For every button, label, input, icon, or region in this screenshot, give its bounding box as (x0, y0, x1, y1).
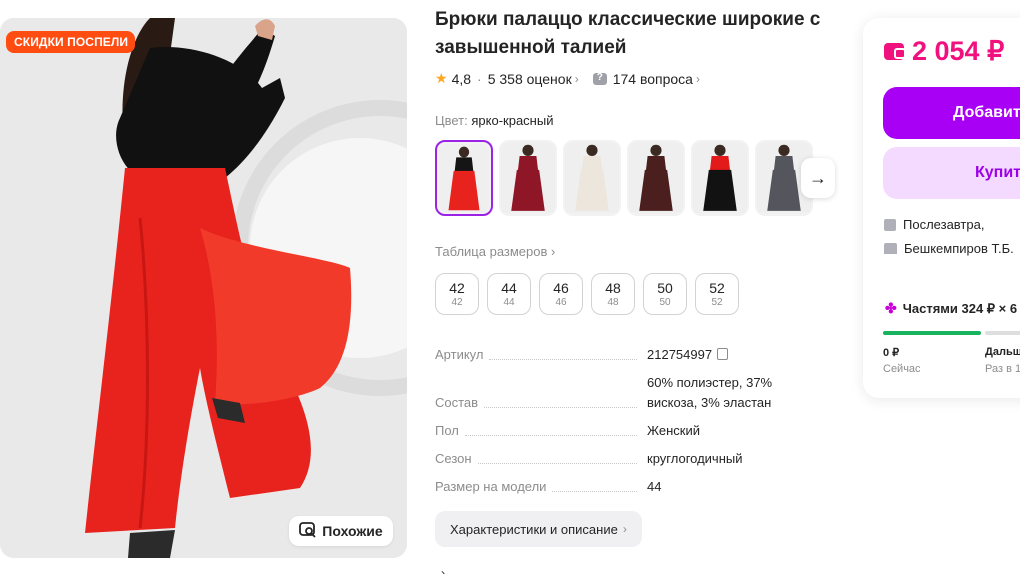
spec-row: Артикул 212754997 (435, 345, 805, 365)
color-swatch[interactable] (563, 140, 621, 216)
characteristics-label: Характеристики и описание (450, 521, 618, 537)
question-icon (592, 72, 607, 85)
size-option[interactable]: 44 44 (487, 273, 531, 315)
color-swatch[interactable] (499, 140, 557, 216)
size-table-label: Таблица размеров (435, 244, 548, 259)
size-option[interactable]: 48 48 (591, 273, 635, 315)
separator-dot: · (477, 70, 482, 87)
size-intl: 42 (451, 296, 463, 308)
spec-key: Сезон (435, 451, 472, 466)
rating-value: 4,8 (451, 70, 472, 87)
size-intl: 52 (711, 296, 723, 308)
spec-row: Пол Женский (435, 421, 805, 441)
sale-badge: СКИДКИ ПОСПЕЛИ (6, 31, 136, 53)
color-value: ярко-красный (471, 113, 554, 128)
size-option[interactable]: 50 50 (643, 273, 687, 315)
similar-label: Похожие (322, 523, 383, 539)
spec-row: Размер на модели 44 (435, 477, 805, 497)
pay-later-label: Раз в 1 (985, 363, 1020, 375)
color-label: Цвет: (435, 113, 468, 128)
installment-progress-now (883, 331, 981, 335)
size-ru: 48 (605, 279, 621, 296)
size-intl: 46 (555, 296, 567, 308)
characteristics-button[interactable]: Характеристики и описание › (435, 511, 642, 547)
size-intl: 44 (503, 296, 515, 308)
size-option[interactable]: 46 46 (539, 273, 583, 315)
product-main-image[interactable] (0, 18, 407, 558)
store-icon (884, 243, 897, 254)
size-ru: 42 (449, 279, 465, 296)
similar-search-icon (299, 521, 317, 541)
pay-later-amount: Дальш (985, 346, 1020, 358)
price-value: 2 054 ₽ (912, 36, 1005, 66)
installments-row[interactable]: ✤ Частями 324 ₽ × 6 (885, 300, 1017, 317)
chevron-right-icon: › (622, 522, 627, 536)
size-option[interactable]: 52 52 (695, 273, 739, 315)
spec-key: Состав (435, 395, 479, 410)
delivery-row: Послезавтра, (884, 217, 984, 232)
size-intl: 50 (659, 296, 671, 308)
pay-now-amount: 0 ₽ (883, 347, 900, 359)
rating-row: ★ 4,8 · 5 358 оценок › 174 вопроса › (435, 70, 700, 87)
questions-link[interactable]: 174 вопроса (613, 71, 693, 87)
chevron-right-icon: › (574, 71, 579, 86)
pay-now-label: Сейчас (883, 363, 921, 375)
color-swatch[interactable] (435, 140, 493, 216)
installments-text: Частями 324 ₽ × 6 (902, 300, 1018, 316)
size-ru: 44 (501, 279, 517, 296)
installment-icon: ✤ (885, 300, 897, 316)
specs-list: Артикул 212754997 Состав 60% полиэстер, 37%… (435, 345, 805, 505)
similar-button[interactable]: Похожие (289, 516, 393, 546)
delivery-text: Послезавтра, (903, 217, 985, 232)
spec-key: Пол (435, 423, 459, 438)
swatch-photo (629, 142, 683, 213)
color-swatch[interactable] (691, 140, 749, 216)
chevron-right-icon: › (695, 71, 700, 86)
color-swatches (435, 140, 813, 216)
swatch-photo (501, 142, 555, 213)
size-table-link[interactable]: Таблица размеров › (435, 244, 555, 259)
copy-icon[interactable] (717, 348, 729, 360)
chevron-right-icon: › (551, 244, 556, 259)
spec-value: Женский (647, 423, 700, 438)
size-option[interactable]: 42 42 (435, 273, 479, 315)
seller-row[interactable]: Бешкемпиров Т.Б. (884, 241, 1014, 256)
installment-progress-later (985, 331, 1020, 335)
swatches-next-button[interactable]: → (801, 158, 835, 198)
product-photo (0, 18, 407, 558)
spec-value: 212754997 (647, 347, 713, 362)
swatch-photo (565, 142, 619, 213)
swatch-photo (693, 142, 747, 213)
product-title: Брюки палаццо классические широкие с зав… (435, 9, 821, 58)
spec-value: круглогодичный (647, 451, 743, 466)
wallet-icon (884, 43, 906, 60)
star-icon: ★ (435, 70, 448, 86)
size-intl: 48 (607, 296, 619, 308)
add-to-cart-button[interactable]: Добавит (883, 87, 1020, 139)
chevron-right-icon: › (441, 566, 445, 574)
reviews-link[interactable]: 5 358 оценок (488, 71, 572, 87)
size-ru: 46 (553, 279, 569, 296)
color-swatch[interactable] (627, 140, 685, 216)
buy-now-button[interactable]: Купит (883, 147, 1020, 199)
size-selector: 42 42 44 44 46 46 48 48 50 50 52 52 (435, 273, 739, 315)
spec-value: 60% полиэстер, 37% вискоза, 3% эластан (647, 375, 773, 410)
seller-name: Бешкемпиров Т.Б. (904, 241, 1014, 256)
size-ru: 50 (657, 279, 673, 296)
color-row: Цвет: ярко-красный (435, 113, 553, 128)
spec-key: Размер на модели (435, 479, 547, 494)
buy-card (863, 18, 1020, 398)
spec-row: Состав 60% полиэстер, 37% вискоза, 3% эла… (435, 373, 805, 413)
box-icon (884, 218, 896, 231)
spec-row: Сезон круглогодичный (435, 449, 805, 469)
price-block: 2 054 ₽ (884, 36, 1004, 67)
spec-key: Артикул (435, 347, 484, 362)
size-ru: 52 (709, 279, 725, 296)
arrow-right-icon: → (809, 167, 827, 188)
spec-value: 44 (647, 479, 662, 494)
swatch-photo (439, 144, 489, 212)
